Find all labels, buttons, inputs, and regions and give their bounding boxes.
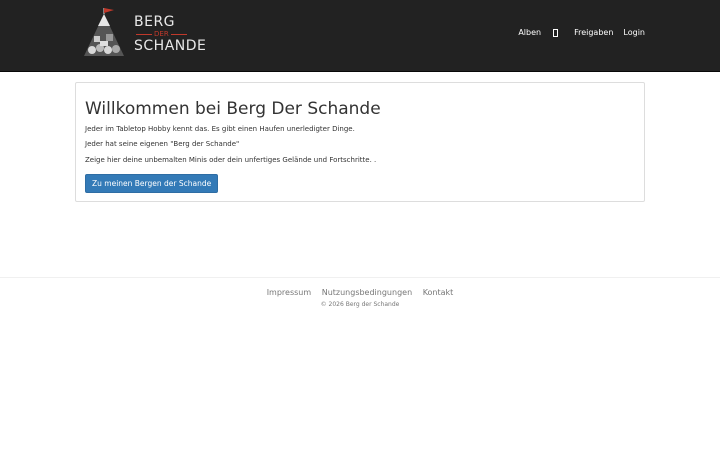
brand-middle-label: DER <box>154 29 169 38</box>
nav-login-link[interactable]: Login <box>623 28 645 37</box>
footer-links: Impressum Nutzungsbedingungen Kontakt <box>0 288 720 297</box>
footer-link-imprint[interactable]: Impressum <box>267 288 311 297</box>
top-navbar: BERG DER SCHANDE Alben Freigaben Login <box>0 0 720 72</box>
brand-wordmark: BERG DER SCHANDE <box>134 15 206 53</box>
mountain-logo-icon <box>84 8 124 56</box>
footer: Impressum Nutzungsbedingungen Kontakt © … <box>0 277 720 308</box>
brand-link[interactable]: BERG DER SCHANDE <box>80 8 206 60</box>
intro-line-1: Jeder im Tabletop Hobby kennt das. Es gi… <box>85 125 355 133</box>
brand-word-top: BERG <box>134 14 176 30</box>
intro-line-3: Zeige hier deine unbemalten Minis oder d… <box>85 155 377 164</box>
copyright: © 2026 Berg der Schande <box>320 301 400 308</box>
footer-link-terms[interactable]: Nutzungsbedingungen <box>322 288 412 297</box>
footer-link-contact[interactable]: Kontakt <box>423 288 454 297</box>
page-title: Willkommen bei Berg Der Schande <box>85 99 381 119</box>
welcome-panel: Willkommen bei Berg Der Schande Jeder im… <box>75 82 645 202</box>
brand-word-bottom: SCHANDE <box>134 38 207 54</box>
intro-line-2: Jeder hat seine eigenen "Berg der Schand… <box>85 140 240 149</box>
nav-shares-link[interactable]: Freigaben <box>574 28 613 37</box>
nav-albums-link[interactable]: Alben <box>518 28 541 37</box>
missing-glyph-icon[interactable] <box>553 28 559 37</box>
my-mountains-button[interactable]: Zu meinen Bergen der Schande <box>85 174 219 194</box>
nav-links: Alben Freigaben Login <box>508 28 645 37</box>
